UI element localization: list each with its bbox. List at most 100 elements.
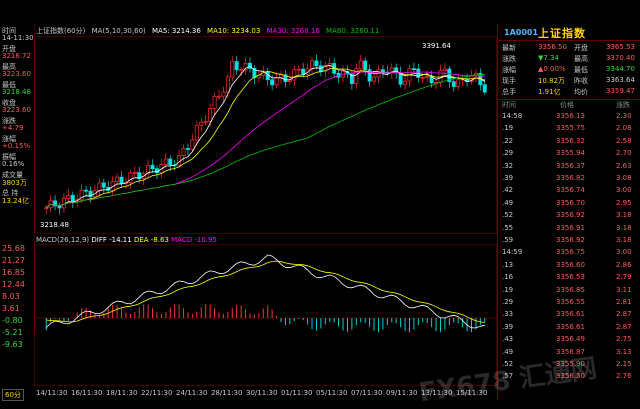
macd-indicator-bar: MACD(26,12,9) DIFF -14.11 DEA -8.63 MACD… xyxy=(36,236,217,244)
quote-label: 涨跌 xyxy=(502,55,516,63)
trade-row: .52 3356.92 3.18 xyxy=(498,211,640,221)
trade-time: .43 xyxy=(502,335,514,344)
pct-value: +0.15% xyxy=(2,142,31,150)
trade-price: 3356.49 xyxy=(556,335,585,344)
quote-value: 3363.64 xyxy=(606,76,635,84)
trade-change: 2.87 xyxy=(616,310,632,319)
trade-row: 14:58 3356.13 2.30 xyxy=(498,112,640,122)
candle-body xyxy=(482,84,487,93)
ma-params: MA(5,10,30,60) xyxy=(91,27,146,35)
date-tick-label: 16/11:30 xyxy=(71,389,103,397)
time-value: 14-11:30 xyxy=(2,34,34,42)
stock-name: 上证指数 xyxy=(538,27,586,40)
trade-row: .16 3356.53 2.79 xyxy=(498,273,640,283)
quote-header: 1A0001 上证指数 xyxy=(498,24,640,41)
quote-label: 最新 xyxy=(502,44,516,52)
trade-change: 3.18 xyxy=(616,211,632,220)
date-tick-label: 18/11:30 xyxy=(106,389,138,397)
trade-price: 3356.92 xyxy=(556,211,585,220)
trade-row: .55 3356.91 3.18 xyxy=(498,224,640,234)
trade-change: 2.15 xyxy=(616,360,632,368)
candle-body xyxy=(287,79,292,83)
candle-body xyxy=(239,69,244,71)
low-value: 3218.48 xyxy=(2,88,31,96)
date-tick-label: 14/11:30 xyxy=(36,389,68,397)
trade-time: .19 xyxy=(502,124,514,133)
trade-change: 2.70 xyxy=(616,149,632,158)
macd-label: MACD(26,12,9) xyxy=(36,236,90,244)
candle-body xyxy=(310,60,314,70)
trade-price: 3356.61 xyxy=(556,310,585,319)
date-tick-label: 30/11:30 xyxy=(246,389,278,397)
vol-value: 3803万 xyxy=(2,179,27,187)
date-tick-label: 22/11:30 xyxy=(141,389,173,397)
chart-frame xyxy=(34,36,497,234)
quote-row: 最新 3356.50 开盘 3365.53 xyxy=(498,43,640,53)
trade-price: 3356.91 xyxy=(556,223,585,232)
macd-chart[interactable] xyxy=(34,244,497,386)
trades-time-header: 时间 xyxy=(502,101,516,109)
quote-label: 最低 xyxy=(574,66,588,74)
trade-row: .59 3356.92 3.18 xyxy=(498,236,640,246)
trade-time: .59 xyxy=(502,236,514,244)
candle-body xyxy=(199,121,204,126)
trade-time: .16 xyxy=(502,273,514,282)
candle-body xyxy=(358,60,363,70)
trade-change: 2.95 xyxy=(616,198,632,207)
candlestick-chart[interactable]: 3391.64 3218.48 xyxy=(34,36,497,234)
trade-change: 2.63 xyxy=(616,161,632,170)
trade-time: .29 xyxy=(502,298,514,306)
quote-row: 涨跌 ▼7.34 最高 3370.40 xyxy=(498,54,640,64)
trade-time: .13 xyxy=(502,260,514,269)
ma30-value: MA30: 3260.16 xyxy=(266,27,320,35)
trade-change: 3.18 xyxy=(616,223,632,232)
trade-price: 3356.37 xyxy=(556,161,585,170)
quote-value: 3344.70 xyxy=(606,65,635,73)
candle-body xyxy=(168,158,173,166)
trade-price: 3356.74 xyxy=(556,186,585,195)
quote-value: ▼7.34 xyxy=(538,54,559,62)
candle-body xyxy=(177,155,182,166)
trade-price: 3356.82 xyxy=(556,174,585,182)
trade-time: .55 xyxy=(502,223,514,232)
trade-change: 2.58 xyxy=(616,136,632,145)
quote-row: 总手 1.91亿 均价 3359.47 xyxy=(498,87,640,97)
trade-change: 3.00 xyxy=(616,186,632,195)
trade-time: .39 xyxy=(502,174,514,182)
open-value: 3216.72 xyxy=(2,52,31,60)
macd-dea: DEA -8.63 xyxy=(133,236,169,244)
date-tick-label: 24/11:30 xyxy=(176,389,208,397)
high-annotation: 3391.64 xyxy=(422,42,451,50)
trade-price: 3355.94 xyxy=(556,149,585,158)
macd-axis-label: -5.21 xyxy=(2,328,23,337)
diff-line xyxy=(45,254,485,329)
candle-body xyxy=(115,176,120,182)
trade-change: 3.00 xyxy=(616,248,632,257)
quote-label: 涨幅 xyxy=(502,66,516,74)
quote-label: 均价 xyxy=(574,88,588,96)
candle-body xyxy=(101,182,106,188)
chart-title[interactable]: 上证指数(60分) xyxy=(36,27,85,35)
trade-row: .32 3356.37 2.63 xyxy=(498,162,640,172)
quote-panel: 1A0001 上证指数 最新 3356.50 开盘 3365.53 涨跌 ▼7.34 最高 3… xyxy=(497,24,640,400)
candle-body xyxy=(225,76,230,93)
trade-row: .29 3355.94 2.70 xyxy=(498,149,640,159)
trade-change: 3.13 xyxy=(616,347,632,356)
trade-time: .32 xyxy=(502,161,514,170)
candle-body xyxy=(403,80,408,85)
trade-time: .33 xyxy=(502,310,514,319)
candle-body xyxy=(234,61,239,71)
trade-change: 2.81 xyxy=(616,298,632,306)
candle-body xyxy=(270,79,275,86)
candle-body xyxy=(274,77,279,86)
period-button[interactable]: 60分 xyxy=(2,389,24,401)
macd-diff: DIFF -14.11 xyxy=(91,236,132,244)
trade-change: 2.30 xyxy=(616,112,632,120)
candle-body xyxy=(314,60,319,67)
indicator-bar: 上证指数(60分) MA(5,10,30,60) MA5: 3214.36 MA… xyxy=(36,26,383,36)
candle-body xyxy=(212,95,217,109)
stock-code[interactable]: 1A0001 xyxy=(504,28,538,37)
trade-time: .39 xyxy=(502,322,514,331)
candle-body xyxy=(119,176,124,184)
candle-body xyxy=(217,95,221,98)
